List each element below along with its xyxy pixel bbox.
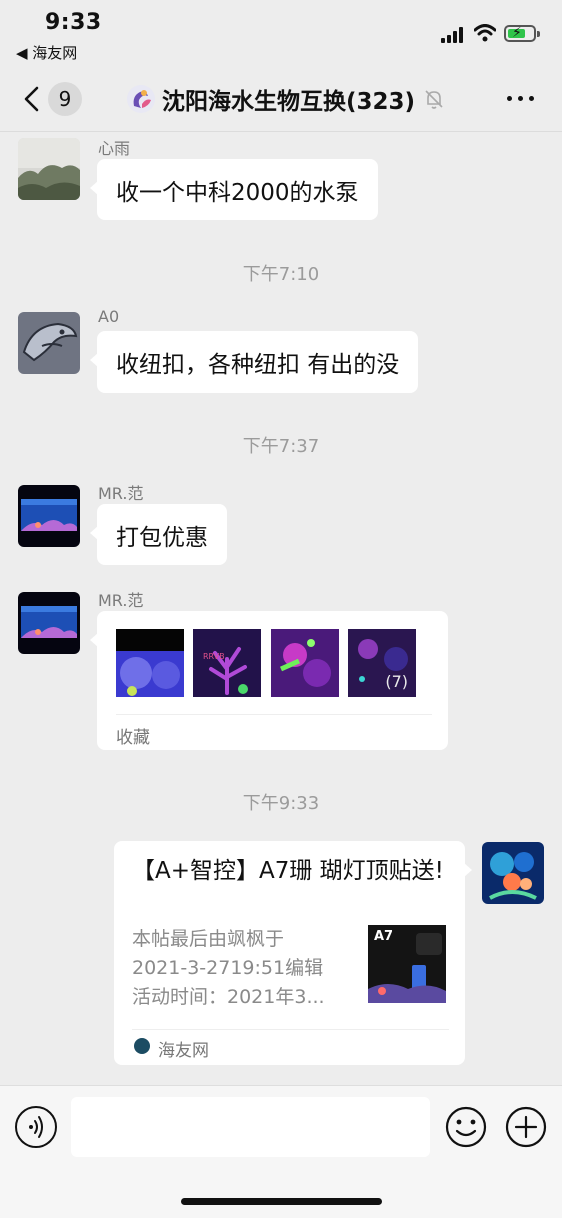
sender-name: 心雨 [98, 139, 131, 158]
avatar[interactable] [18, 485, 80, 547]
link-source-name: 海友网 [158, 1041, 209, 1061]
divider [132, 1029, 449, 1030]
link-description: 本帖最后由飒枫于 2021-3-2719:51编辑 活动时间：2021年3... [132, 925, 352, 1012]
avatar[interactable] [18, 138, 80, 200]
wechat-group-chat-screen: 9:33 ◀ 海友网 ⚡ 9 沈阳海水生物互换(323) 心雨 收一个中科200… [0, 0, 562, 1218]
divider [116, 714, 432, 715]
aquarium-avatar-image [18, 485, 80, 547]
group-name: 沈阳海水生物互换(323) [162, 89, 416, 115]
chevron-left-icon [24, 86, 39, 112]
link-title: 【A+智控】A7珊 瑚灯顶贴送! [132, 858, 444, 884]
thumbnail-label: A7 [374, 929, 394, 944]
text-bubble[interactable]: 打包优惠 [90, 504, 227, 565]
link-thumbnail: A7 [368, 925, 446, 1003]
plus-button-icon[interactable] [505, 1106, 547, 1148]
status-bar: 9:33 ◀ 海友网 ⚡ [0, 0, 562, 66]
more-photos-count: (7) [385, 672, 408, 691]
aquarium-avatar-image [18, 592, 80, 654]
back-to-app-link[interactable]: ◀ 海友网 [16, 42, 77, 63]
chat-nav-bar: 9 沈阳海水生物互换(323) [0, 66, 562, 132]
avatar[interactable] [18, 592, 80, 654]
message-text-input[interactable] [71, 1097, 430, 1157]
chat-timestamp: 下午9:33 [242, 793, 320, 814]
favorite-photo-thumbnail[interactable] [116, 629, 184, 697]
favorite-photo-thumbnail[interactable]: RRVB [193, 629, 261, 697]
sender-name: MR.范 [98, 484, 144, 503]
home-indicator[interactable] [181, 1198, 382, 1205]
sender-name: MR.范 [98, 591, 144, 610]
mute-bell-icon [425, 90, 443, 109]
favorite-photo-thumbnail[interactable] [271, 629, 339, 697]
avatar[interactable] [18, 312, 80, 374]
link-desc-line: 活动时间：2021年3... [132, 986, 325, 1008]
voice-input-button[interactable] [15, 1106, 57, 1148]
group-logo-icon [127, 85, 155, 113]
foggy-forest-avatar-image [18, 138, 80, 200]
cellular-signal-icon [441, 27, 467, 43]
voice-icon [29, 1116, 43, 1138]
my-avatar[interactable] [482, 842, 544, 904]
svg-text:RRVB: RRVB [203, 652, 225, 661]
chat-timestamp: 下午7:10 [242, 264, 320, 285]
text-bubble[interactable]: 收纽扣，各种纽扣 有出的没 [89, 331, 419, 393]
back-button[interactable]: 9 [18, 80, 88, 118]
text-bubble[interactable]: 收一个中科2000的水泵 [90, 159, 378, 220]
unread-count-badge: 9 [48, 82, 82, 116]
battery-charging-icon: ⚡ [504, 25, 540, 42]
shark-avatar-image [18, 312, 80, 374]
favorites-label: 收藏 [116, 728, 150, 748]
more-options-button[interactable] [504, 90, 538, 108]
chat-message-list[interactable]: 心雨 收一个中科2000的水泵 下午7:10 A0 收纽扣，各种纽扣 有出的没 … [0, 133, 562, 1085]
group-title[interactable]: 沈阳海水生物互换(323) [126, 82, 445, 116]
chat-timestamp: 下午7:37 [242, 436, 320, 457]
coral-avatar-image [482, 842, 544, 904]
status-time: 9:33 [45, 10, 102, 35]
source-app-icon [134, 1038, 150, 1054]
wifi-icon [474, 24, 496, 42]
link-desc-line: 本帖最后由飒枫于 [132, 928, 285, 950]
link-share-card[interactable]: 【A+智控】A7珊 瑚灯顶贴送! 本帖最后由飒枫于 2021-3-2719:51… [114, 841, 472, 1065]
favorite-photo-thumbnail-more[interactable]: (7) [348, 629, 416, 697]
favorites-card[interactable]: RRVB (7) 收藏 [90, 611, 448, 750]
link-desc-line: 2021-3-2719:51编辑 [132, 957, 324, 979]
sender-name: A0 [98, 307, 120, 326]
emoji-button-icon[interactable] [445, 1106, 487, 1148]
